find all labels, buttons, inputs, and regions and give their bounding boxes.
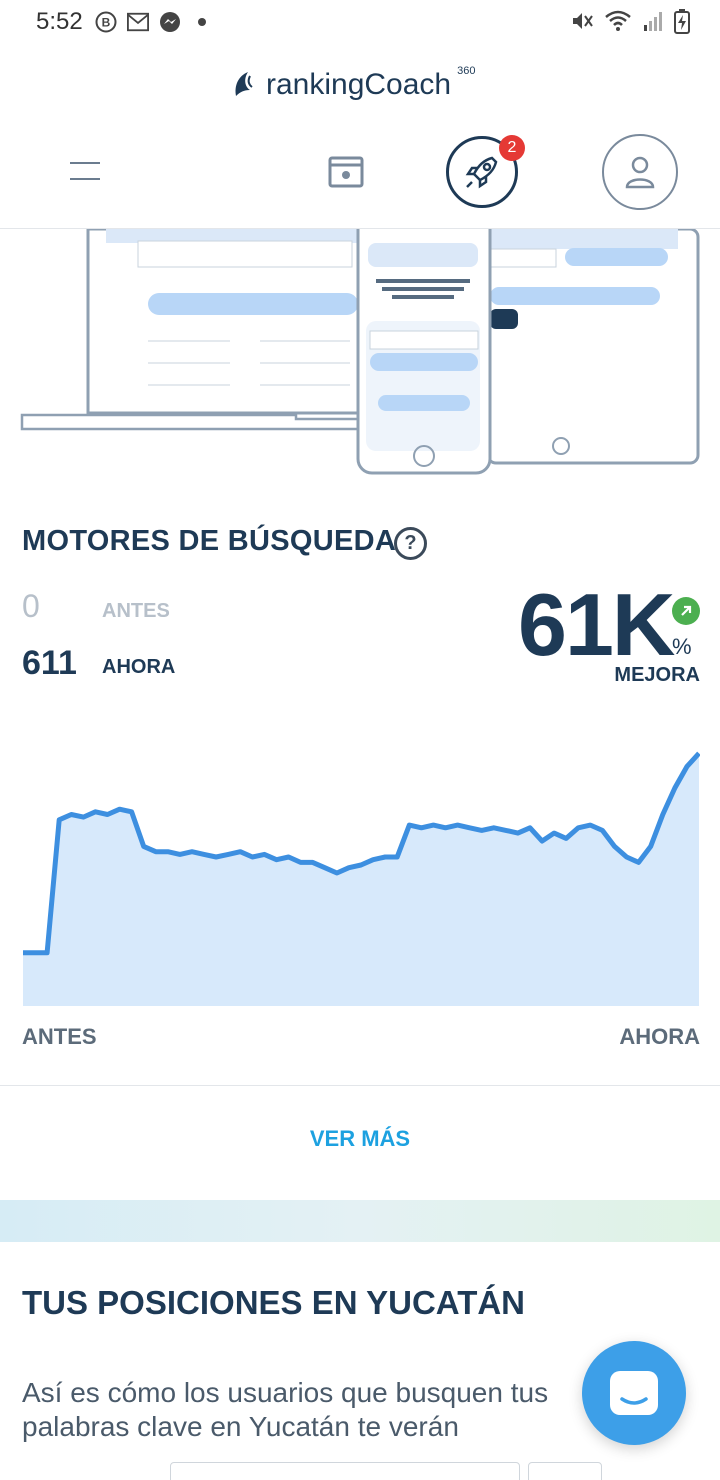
- search-traffic-chart: [23, 751, 700, 1006]
- positions-title: TUS POSICIONES EN YUCATÁN: [22, 1284, 526, 1321]
- user-profile-button[interactable]: [602, 134, 678, 210]
- menu-icon[interactable]: [70, 162, 100, 194]
- status-bar: 5:52 B: [0, 0, 720, 44]
- keyword-select[interactable]: [170, 1462, 520, 1480]
- trend-up-icon: [672, 597, 700, 625]
- before-value: 0: [22, 588, 40, 624]
- messenger-icon: [159, 11, 181, 33]
- improvement-label: MEJORA: [614, 664, 700, 686]
- rocket-icon: [465, 156, 498, 189]
- brand-name: rankingCoach: [266, 68, 452, 101]
- battery-icon: [674, 8, 690, 39]
- chat-icon: [610, 1371, 658, 1415]
- now-value: 611: [22, 644, 77, 682]
- device-select[interactable]: [528, 1462, 602, 1480]
- chart-axis-end: AHORA: [619, 1024, 700, 1049]
- brand-sup: 360: [457, 65, 476, 77]
- svg-text:B: B: [101, 16, 110, 30]
- help-icon[interactable]: ?: [394, 527, 427, 560]
- signal-icon: [642, 10, 664, 37]
- positions-description: Así es cómo los usuarios que busquen tus…: [22, 1377, 549, 1442]
- user-icon: [625, 156, 655, 189]
- search-engines-title: MOTORES DE BÚSQUEDA: [22, 525, 397, 557]
- wifi-icon: [604, 9, 632, 38]
- chat-button[interactable]: [582, 1341, 686, 1445]
- app-header: rankingCoach 360 2: [0, 44, 720, 229]
- dot-icon: [191, 11, 213, 33]
- chart-area-fill: [23, 753, 699, 1006]
- rocket-button[interactable]: 2: [446, 135, 525, 208]
- section-divider: [0, 1085, 720, 1086]
- gmail-icon: [126, 11, 149, 33]
- improvement-value: 61K: [518, 575, 675, 674]
- devices-illustration: [0, 207, 720, 479]
- brand-logo[interactable]: rankingCoach 360: [232, 65, 477, 102]
- section-separator-band: [0, 1200, 720, 1242]
- now-label: AHORA: [102, 656, 176, 678]
- logo-icon: [235, 72, 253, 96]
- b-icon: B: [95, 11, 117, 33]
- before-label: ANTES: [102, 600, 170, 622]
- notification-badge: 2: [499, 135, 525, 161]
- status-time: 5:52: [36, 8, 83, 35]
- mute-icon: [570, 9, 594, 38]
- chart-axis-start: ANTES: [22, 1024, 97, 1049]
- improvement-unit: %: [672, 634, 692, 659]
- see-more-link[interactable]: VER MÁS: [0, 1126, 720, 1152]
- calendar-icon[interactable]: [328, 156, 364, 193]
